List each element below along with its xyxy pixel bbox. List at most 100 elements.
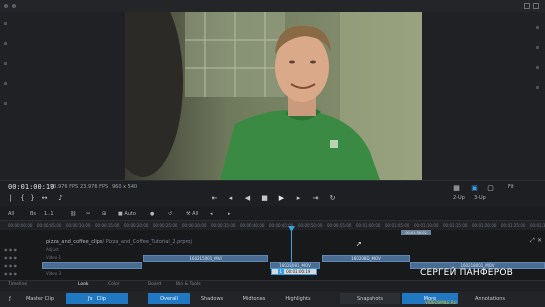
snap-tooltip: 1 00:01:00:19 <box>271 268 317 275</box>
all-tracks-button[interactable]: All <box>8 211 14 217</box>
shadows-button[interactable]: Shadows <box>194 293 230 304</box>
mouse-cursor-icon: ➚ <box>356 240 362 248</box>
top-bar <box>0 0 545 12</box>
ruler-tick-label: 00:01:20:00 <box>472 223 497 228</box>
playhead[interactable] <box>291 226 292 274</box>
midtones-button[interactable]: Midtones <box>234 293 274 304</box>
option-icon[interactable] <box>4 82 7 85</box>
track-controls[interactable]: ◉ ◉ ◉ <box>4 255 17 260</box>
ruler-tick-label: 00:00:25:00 <box>153 223 178 228</box>
app-menu-icon[interactable] <box>4 4 8 8</box>
overlay-icon[interactable]: ▢ <box>486 183 495 192</box>
two-up-button[interactable]: 2-Up <box>453 195 465 201</box>
play-reverse-icon[interactable]: ◀ <box>243 193 252 202</box>
zoom-fit-select[interactable]: Fit <box>508 184 514 190</box>
tab-timeline[interactable]: Timeline <box>8 282 27 287</box>
step-forward-icon[interactable]: ▸ <box>294 193 303 202</box>
loop-icon[interactable]: ↻ <box>328 193 337 202</box>
all-label: All <box>192 211 199 217</box>
mark-out-bracket-icon[interactable]: } <box>28 193 37 202</box>
mark-in-bracket-icon[interactable]: { <box>18 193 27 202</box>
tab-board[interactable]: Board <box>148 282 161 287</box>
fps-label-2: 23.976 FPS <box>80 184 109 190</box>
record-icon[interactable]: ● <box>150 211 154 217</box>
clip-mode-button[interactable]: Bs <box>30 211 36 217</box>
timeline-toolbar <box>0 207 545 221</box>
audio-icon[interactable]: ♪ <box>56 193 65 202</box>
ruler-tick-label: 00:00:15:00 <box>95 223 120 228</box>
ruler-tick-label: 00:01:05:00 <box>385 223 410 228</box>
watermark-site: VIDEOSMILE.RU <box>425 300 457 305</box>
rotate-icon[interactable]: ↺ <box>168 211 172 217</box>
match-frame-icon[interactable]: ↔ <box>40 193 49 202</box>
ruler-tick-label: 00:00:40:00 <box>240 223 265 228</box>
timeline-marker[interactable]: 00:01:56:02 <box>401 230 431 235</box>
fps-label: 23.976 FPS <box>50 184 79 190</box>
step-back-icon[interactable]: ◂ <box>226 193 235 202</box>
ruler-tick-label: 00:01:30:00 <box>530 223 545 228</box>
option-icon[interactable] <box>536 46 539 49</box>
mark-in-icon[interactable]: | <box>6 193 15 202</box>
ruler-tick-label: 00:00:05:00 <box>37 223 62 228</box>
option-icon[interactable] <box>4 62 7 65</box>
three-up-button[interactable]: 3-Up <box>474 195 486 201</box>
option-icon[interactable] <box>536 86 539 89</box>
maximize-button[interactable] <box>533 3 539 9</box>
track-controls[interactable]: ◉ ◉ ◉ <box>4 271 17 276</box>
range-button[interactable]: 1..1 <box>44 211 54 217</box>
expand-icon[interactable]: ⤢ <box>530 237 535 245</box>
option-icon[interactable] <box>4 22 7 25</box>
option-icon[interactable] <box>536 66 539 69</box>
compare-icon[interactable]: ▣ <box>470 183 479 192</box>
all-button[interactable]: ⚒ All <box>186 211 198 217</box>
master-clip-button[interactable]: Master Clip <box>20 293 60 304</box>
track-label: Video 3 <box>46 271 62 276</box>
prev-icon[interactable]: ◂ <box>210 211 213 217</box>
next-icon[interactable]: ▸ <box>228 211 231 217</box>
ripple-icon[interactable]: ⊞ <box>102 211 106 217</box>
settings-icon[interactable] <box>12 4 16 8</box>
track-controls[interactable]: ◉ ◉ ◉ <box>4 247 17 252</box>
minimize-button[interactable] <box>524 3 530 9</box>
ruler-tick-label: 00:00:20:00 <box>124 223 149 228</box>
track-label: Video 1 <box>46 255 62 260</box>
ruler-tick-label: 00:00:30:00 <box>182 223 207 228</box>
fx-icon[interactable]: ƒ <box>4 293 16 304</box>
highlights-button[interactable]: Highlights <box>278 293 318 304</box>
ruler-tick-label: 00:00:35:00 <box>211 223 236 228</box>
ruler-tick-label: 00:01:10:00 <box>414 223 439 228</box>
play-icon[interactable]: ▶ <box>277 193 286 202</box>
scope-icon[interactable]: ▦ <box>452 183 461 192</box>
tab-color[interactable]: Color <box>108 282 120 287</box>
timeline-clip[interactable] <box>42 262 142 269</box>
sequence-title: pizza_and_coffee_clips/ Pizza_and_Coffee… <box>46 239 192 245</box>
snapshots-button[interactable]: Snapshots <box>340 293 400 304</box>
tab-look[interactable]: Look <box>78 282 89 287</box>
option-icon[interactable] <box>4 102 7 105</box>
sequence-path: / Pizza_and_Coffee_Tutorial_2.prproj <box>102 239 192 245</box>
ruler-tick-label: 00:00:00:00 <box>8 223 33 228</box>
split-icon[interactable]: ✂ <box>86 211 90 217</box>
video-viewer[interactable] <box>125 12 422 180</box>
stop-icon[interactable]: ■ <box>260 193 269 202</box>
resolution-label: 960 x 540 <box>112 184 138 190</box>
timeline-clip[interactable]: 160208D_MOV <box>322 255 410 262</box>
option-icon[interactable] <box>4 42 7 45</box>
track-label: Adjust <box>46 247 59 252</box>
annotations-button[interactable]: Annotations <box>462 293 518 304</box>
viewer-timecode[interactable]: 00:01:00:19 <box>8 183 54 191</box>
ruler-tick-label: 00:01:25:00 <box>501 223 526 228</box>
timeline-clip[interactable]: 160215001_MVI <box>143 255 268 262</box>
option-icon[interactable] <box>536 26 539 29</box>
ruler-tick-label: 00:01:15:00 <box>443 223 468 228</box>
go-to-in-icon[interactable]: ⇤ <box>210 193 219 202</box>
link-icon[interactable]: ⛓ <box>70 211 76 217</box>
close-icon[interactable]: ✕ <box>537 237 542 244</box>
go-to-out-icon[interactable]: ⇥ <box>311 193 320 202</box>
auto-button[interactable]: ■ Auto <box>118 211 136 217</box>
track-controls[interactable]: ◉ ◉ ◉ <box>4 263 17 268</box>
tab-bin-tools[interactable]: Bin & Tools <box>176 282 201 287</box>
ruler-tick-label: 00:00:55:00 <box>327 223 352 228</box>
clip-button[interactable]: ƒx Clip <box>66 293 128 304</box>
overall-button[interactable]: Overall <box>148 293 190 304</box>
